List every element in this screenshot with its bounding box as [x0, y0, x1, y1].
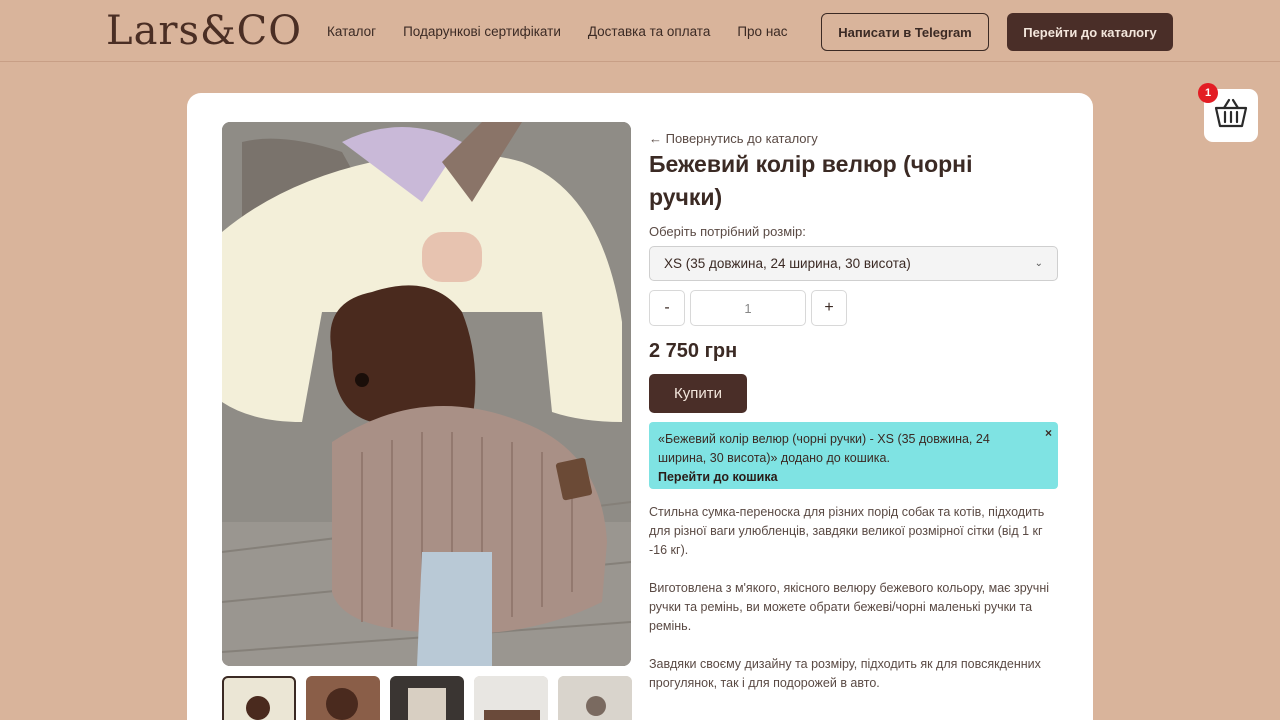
thumbnail-2[interactable] [306, 676, 380, 720]
product-main-image[interactable] [222, 122, 631, 666]
product-price: 2 750 грн [649, 340, 738, 362]
alert-message: «Бежевий колір велюр (чорні ручки) - XS … [658, 432, 990, 465]
nav-about[interactable]: Про нас [737, 24, 787, 39]
nav-catalog[interactable]: Каталог [327, 24, 376, 39]
description-paragraph: Стильна сумка-переноска для різних порід… [649, 505, 1045, 557]
main-nav: Каталог Подарункові сертифікати Доставка… [327, 24, 788, 39]
product-card: ← Повернутись до каталогу Бежевий колір … [187, 93, 1093, 720]
basket-icon [1213, 97, 1249, 134]
nav-gift-certificates[interactable]: Подарункові сертифікати [403, 24, 561, 39]
thumbnail-strip [222, 676, 632, 720]
thumbnail-1[interactable] [222, 676, 296, 720]
back-to-catalog-link[interactable]: ← Повернутись до каталогу [649, 131, 818, 146]
size-selected-value: XS (35 довжина, 24 ширина, 30 висота) [664, 256, 911, 271]
logo[interactable]: Lars&CO [106, 8, 302, 54]
thumbnail-5[interactable] [558, 676, 632, 720]
description-paragraph: Виготовлена з м'якого, якісного велюру б… [649, 581, 1049, 633]
go-to-cart-link[interactable]: Перейти до кошика [658, 468, 1028, 487]
chevron-down-icon: ⌄ [1034, 258, 1043, 269]
qty-input[interactable]: 1 [690, 290, 806, 326]
description-paragraph: Завдяки своєму дизайну та розміру, підхо… [649, 657, 1041, 690]
close-icon[interactable]: × [1045, 424, 1052, 443]
product-description: Стильна сумка-переноска для різних порід… [649, 503, 1059, 712]
thumbnail-4[interactable] [474, 676, 548, 720]
site-header: Lars&CO Каталог Подарункові сертифікати … [0, 0, 1280, 62]
qty-minus-button[interactable]: - [649, 290, 685, 326]
buy-button[interactable]: Купити [649, 374, 747, 413]
nav-delivery-payment[interactable]: Доставка та оплата [588, 24, 710, 39]
thumbnail-3[interactable] [390, 676, 464, 720]
cart-count-badge: 1 [1198, 83, 1218, 103]
go-to-catalog-button[interactable]: Перейти до каталогу [1007, 13, 1173, 51]
telegram-button[interactable]: Написати в Telegram [821, 13, 989, 51]
cart-button[interactable]: 1 [1198, 83, 1258, 142]
size-label: Оберіть потрібний розмір: [649, 224, 806, 239]
qty-plus-button[interactable]: + [811, 290, 847, 326]
quantity-stepper: - 1 + [649, 290, 847, 326]
added-to-cart-alert: «Бежевий колір велюр (чорні ручки) - XS … [649, 422, 1058, 489]
size-select[interactable]: XS (35 довжина, 24 ширина, 30 висота) ⌄ [649, 246, 1058, 281]
product-title: Бежевий колір велюр (чорні ручки) [649, 151, 973, 210]
